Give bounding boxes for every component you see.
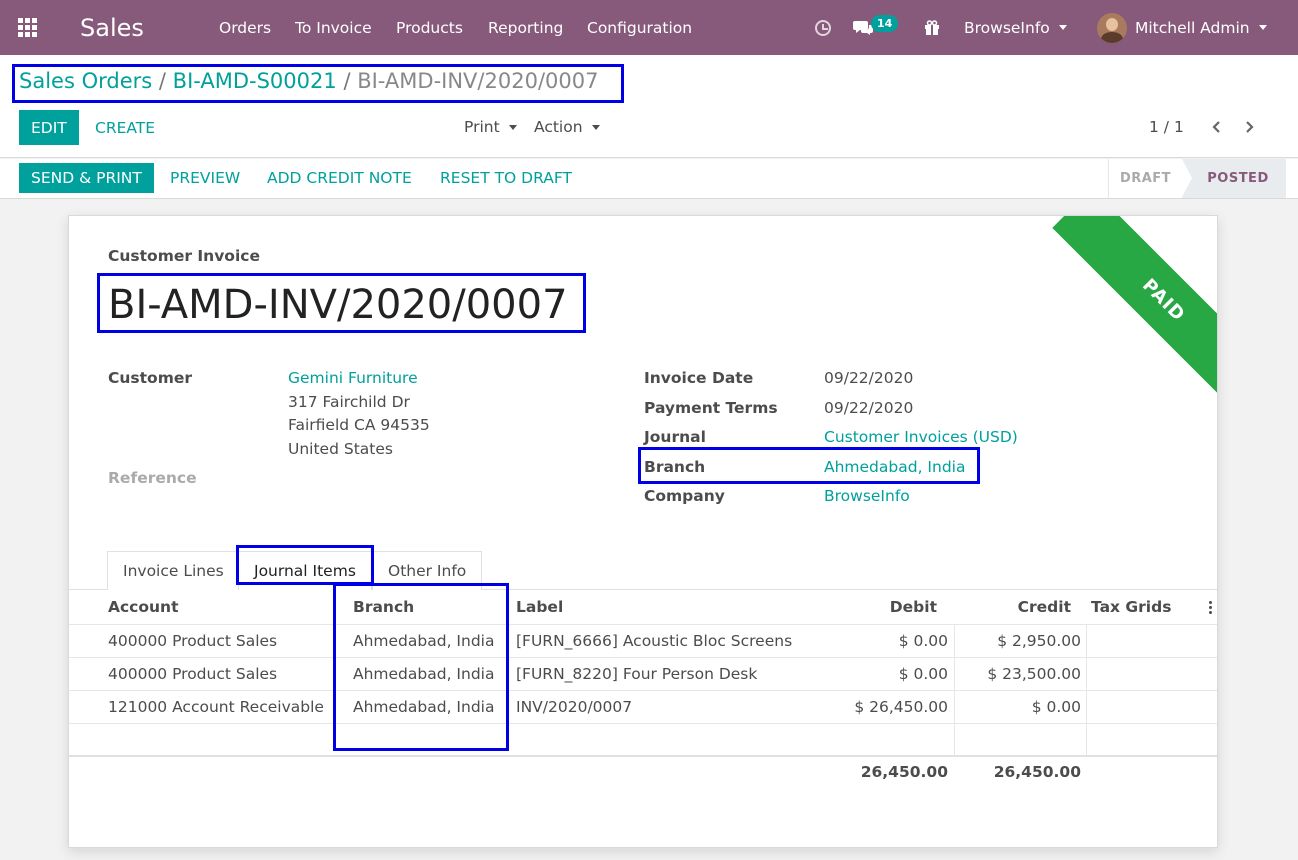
menu-reporting[interactable]: Reporting: [488, 0, 563, 55]
send-print-button[interactable]: Send & Print: [19, 163, 154, 193]
print-dropdown-label: Print: [464, 118, 500, 136]
avatar[interactable]: [1097, 0, 1127, 55]
total-credit: 26,450.00: [993, 763, 1081, 781]
column-header-label[interactable]: Label: [516, 598, 563, 616]
table-row-divider: [69, 723, 1217, 724]
chat-bubbles-icon[interactable]: [853, 0, 873, 55]
table-cell-account[interactable]: 121000 Account Receivable: [108, 698, 324, 716]
table-cell-credit[interactable]: $ 2,950.00: [942, 632, 1081, 650]
menu-orders[interactable]: Orders: [219, 0, 271, 55]
customer-address-line: 317 Fairchild Dr: [288, 393, 410, 411]
table-cell-debit[interactable]: $ 26,450.00: [809, 698, 948, 716]
journal-link[interactable]: Customer Invoices (USD): [824, 428, 1018, 446]
table-cell-debit[interactable]: $ 0.00: [809, 632, 948, 650]
table-footer-divider: [69, 755, 1217, 757]
invoice-type-label: Customer Invoice: [108, 247, 260, 265]
chevron-left-icon[interactable]: [1210, 120, 1224, 134]
column-header-credit[interactable]: Credit: [981, 598, 1071, 616]
column-header-tax-grids[interactable]: Tax Grids: [1091, 598, 1171, 616]
gift-icon[interactable]: [924, 0, 940, 55]
chevron-right-icon[interactable]: [1242, 120, 1256, 134]
app-name: Sales: [80, 13, 144, 42]
reference-label: Reference: [108, 469, 197, 487]
table-row-divider: [69, 690, 1217, 691]
payment-terms-label: Payment Terms: [644, 399, 778, 417]
user-name: Mitchell Admin: [1135, 18, 1250, 37]
table-cell-account[interactable]: 400000 Product Sales: [108, 632, 277, 650]
preview-button[interactable]: Preview: [170, 163, 240, 193]
table-cell-label[interactable]: [FURN_6666] Acoustic Bloc Screens: [516, 632, 792, 650]
invoice-date-value: 09/22/2020: [824, 369, 914, 387]
apps-menu-icon[interactable]: [18, 0, 42, 55]
table-cell-credit[interactable]: $ 0.00: [942, 698, 1081, 716]
highlight-box-invoice-number: [97, 273, 586, 333]
customer-name-link[interactable]: Gemini Furniture: [288, 369, 418, 387]
highlight-box-branch-field: [638, 447, 980, 484]
column-header-debit[interactable]: Debit: [847, 598, 937, 616]
table-cell-debit[interactable]: $ 0.00: [809, 665, 948, 683]
column-separator: [1086, 624, 1087, 756]
invoice-date-label: Invoice Date: [644, 369, 754, 387]
customer-address-line: United States: [288, 440, 393, 458]
highlight-box-breadcrumb: [12, 64, 624, 103]
customer-label: Customer: [108, 369, 193, 387]
chevron-down-icon: [1258, 25, 1267, 30]
stage-arrow: [1182, 159, 1192, 197]
table-cell-label[interactable]: INV/2020/0007: [516, 698, 632, 716]
chevron-down-icon: [508, 125, 517, 130]
menu-to-invoice[interactable]: To Invoice: [295, 0, 372, 55]
highlight-box-journal-items-tab: [236, 545, 374, 585]
table-row-divider: [69, 624, 1217, 625]
chevron-down-icon: [1058, 25, 1067, 30]
menu-products[interactable]: Products: [396, 0, 463, 55]
reset-to-draft-button[interactable]: Reset to Draft: [440, 163, 572, 193]
table-cell-account[interactable]: 400000 Product Sales: [108, 665, 277, 683]
add-credit-note-button[interactable]: Add Credit Note: [267, 163, 412, 193]
paid-ribbon-label: PAID: [1052, 216, 1217, 396]
company-link[interactable]: BrowseInfo: [824, 487, 910, 505]
customer-address-line: Fairfield CA 94535: [288, 416, 430, 434]
column-header-account[interactable]: Account: [108, 598, 179, 616]
edit-button[interactable]: Edit: [19, 110, 79, 145]
highlight-box-branch-column: [333, 583, 509, 751]
optional-columns-menu-icon[interactable]: [1209, 601, 1213, 616]
user-menu[interactable]: Mitchell Admin: [1135, 0, 1267, 55]
action-dropdown-label: Action: [534, 118, 583, 136]
menu-configuration[interactable]: Configuration: [587, 0, 692, 55]
stage-draft[interactable]: Draft: [1108, 159, 1182, 198]
paid-ribbon: PAID: [1037, 216, 1217, 396]
company-label: Company: [644, 487, 725, 505]
table-cell-label[interactable]: [FURN_8220] Four Person Desk: [516, 665, 757, 683]
action-dropdown[interactable]: Action: [534, 118, 600, 136]
stage-posted: Posted: [1182, 159, 1286, 198]
messages-count-badge: 14: [871, 15, 899, 32]
column-separator: [954, 624, 955, 756]
company-switcher[interactable]: BrowseInfo: [964, 0, 1067, 55]
table-cell-credit[interactable]: $ 23,500.00: [942, 665, 1081, 683]
journal-label: Journal: [644, 428, 706, 446]
chevron-down-icon: [591, 125, 600, 130]
tab-invoice-lines[interactable]: Invoice Lines: [107, 551, 240, 590]
print-dropdown[interactable]: Print: [464, 118, 517, 136]
company-switcher-label: BrowseInfo: [964, 18, 1050, 37]
table-row-divider: [69, 657, 1217, 658]
create-button[interactable]: Create: [95, 110, 155, 145]
total-debit: 26,450.00: [860, 763, 948, 781]
payment-terms-value: 09/22/2020: [824, 399, 914, 417]
activity-clock-icon[interactable]: [815, 0, 831, 55]
pager-value: 1 / 1: [1149, 118, 1184, 136]
